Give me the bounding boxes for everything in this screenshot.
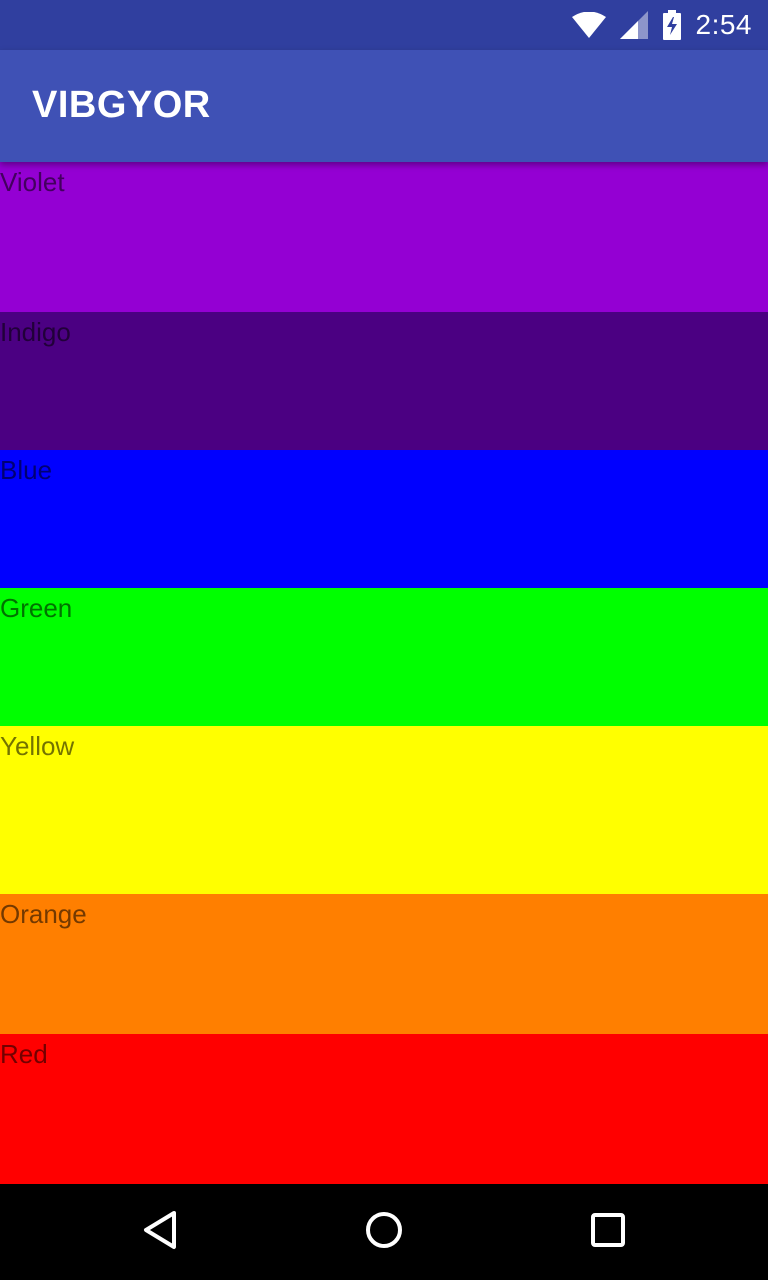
cell-signal-icon: [619, 11, 648, 39]
back-button[interactable]: [136, 1208, 184, 1256]
band-indigo[interactable]: Indigo: [0, 312, 768, 450]
screen: 2:54 VIBGYOR Violet Indigo Blue Green Ye…: [0, 0, 768, 1280]
status-bar: 2:54: [0, 0, 768, 50]
band-blue[interactable]: Blue: [0, 450, 768, 588]
band-label: Orange: [0, 899, 87, 929]
status-time: 2:54: [695, 9, 752, 40]
band-orange[interactable]: Orange: [0, 894, 768, 1034]
band-label: Indigo: [0, 317, 71, 347]
recents-button[interactable]: [584, 1208, 632, 1256]
home-icon: [365, 1211, 403, 1254]
band-violet[interactable]: Violet: [0, 162, 768, 312]
band-green[interactable]: Green: [0, 588, 768, 726]
back-icon: [142, 1210, 178, 1255]
band-red[interactable]: Red: [0, 1034, 768, 1184]
band-label: Red: [0, 1039, 48, 1069]
color-band-list: Violet Indigo Blue Green Yellow Orange R…: [0, 162, 768, 1184]
status-icons: 2:54: [571, 0, 753, 50]
band-label: Green: [0, 593, 73, 623]
app-bar: VIBGYOR: [0, 50, 768, 162]
band-label: Blue: [0, 455, 53, 485]
home-button[interactable]: [360, 1208, 408, 1256]
band-label: Yellow: [0, 731, 75, 761]
recents-icon: [591, 1212, 625, 1252]
band-label: Violet: [0, 167, 65, 197]
battery-charging-icon: [662, 10, 682, 40]
band-yellow[interactable]: Yellow: [0, 726, 768, 894]
navigation-bar: [0, 1184, 768, 1280]
app-title: VIBGYOR: [32, 84, 211, 126]
wifi-icon: [571, 12, 606, 38]
